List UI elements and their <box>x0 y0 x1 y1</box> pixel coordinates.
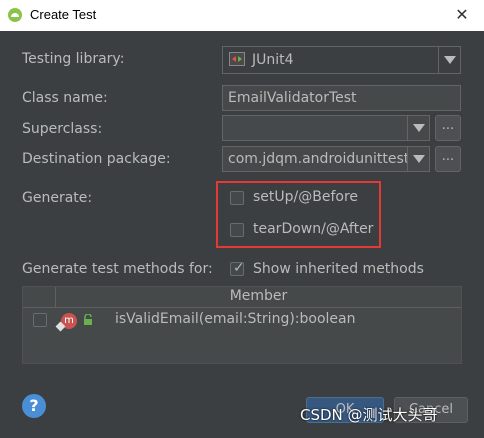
android-studio-icon <box>8 8 22 22</box>
setup-checkbox[interactable] <box>230 191 244 205</box>
methods-for-label: Generate test methods for: <box>22 261 213 277</box>
row-checkbox[interactable] <box>33 313 47 327</box>
testing-library-label: Testing library: <box>22 51 125 67</box>
destination-package-browse-button[interactable]: ... <box>435 146 461 172</box>
destination-package-label: Destination package: <box>22 151 171 167</box>
check-icon: ✓ <box>233 260 245 276</box>
setup-checkbox-label: setUp/@Before <box>253 189 359 205</box>
class-name-label: Class name: <box>22 90 108 106</box>
show-inherited-checkbox[interactable]: ✓ <box>230 260 245 276</box>
junit-icon <box>229 52 245 66</box>
superclass-browse-button[interactable]: ... <box>435 115 461 141</box>
chevron-down-icon[interactable] <box>407 116 429 140</box>
window-title: Create Test <box>30 7 97 22</box>
members-table: Member m isValidEmail(email:String):bool… <box>22 286 462 364</box>
member-column-header[interactable]: Member <box>56 288 461 304</box>
title-bar: Create Test ✕ <box>0 0 484 31</box>
generate-label: Generate: <box>22 190 93 206</box>
method-signature: isValidEmail(email:String):boolean <box>115 311 356 327</box>
superclass-combo[interactable] <box>222 115 430 141</box>
chevron-down-icon[interactable] <box>438 47 460 73</box>
show-inherited-label: Show inherited methods <box>253 261 424 277</box>
testing-library-combo[interactable]: JUnit4 <box>222 46 461 74</box>
watermark: CSDN @测试大头哥 <box>300 406 438 424</box>
close-button[interactable]: ✕ <box>450 3 474 27</box>
teardown-checkbox[interactable] <box>230 223 244 237</box>
testing-library-value: JUnit4 <box>252 52 294 68</box>
help-button[interactable]: ? <box>22 394 46 418</box>
unlock-icon <box>84 314 92 325</box>
table-header: Member <box>23 287 461 308</box>
class-name-input[interactable]: EmailValidatorTest <box>222 85 461 111</box>
destination-package-combo[interactable]: com.jdqm.androidunittest <box>222 146 430 172</box>
table-row[interactable]: m isValidEmail(email:String):boolean <box>23 308 461 332</box>
superclass-label: Superclass: <box>22 121 103 137</box>
chevron-down-icon[interactable] <box>407 147 429 171</box>
teardown-checkbox-label: tearDown/@After <box>253 221 374 237</box>
destination-package-value: com.jdqm.androidunittest <box>228 151 408 167</box>
